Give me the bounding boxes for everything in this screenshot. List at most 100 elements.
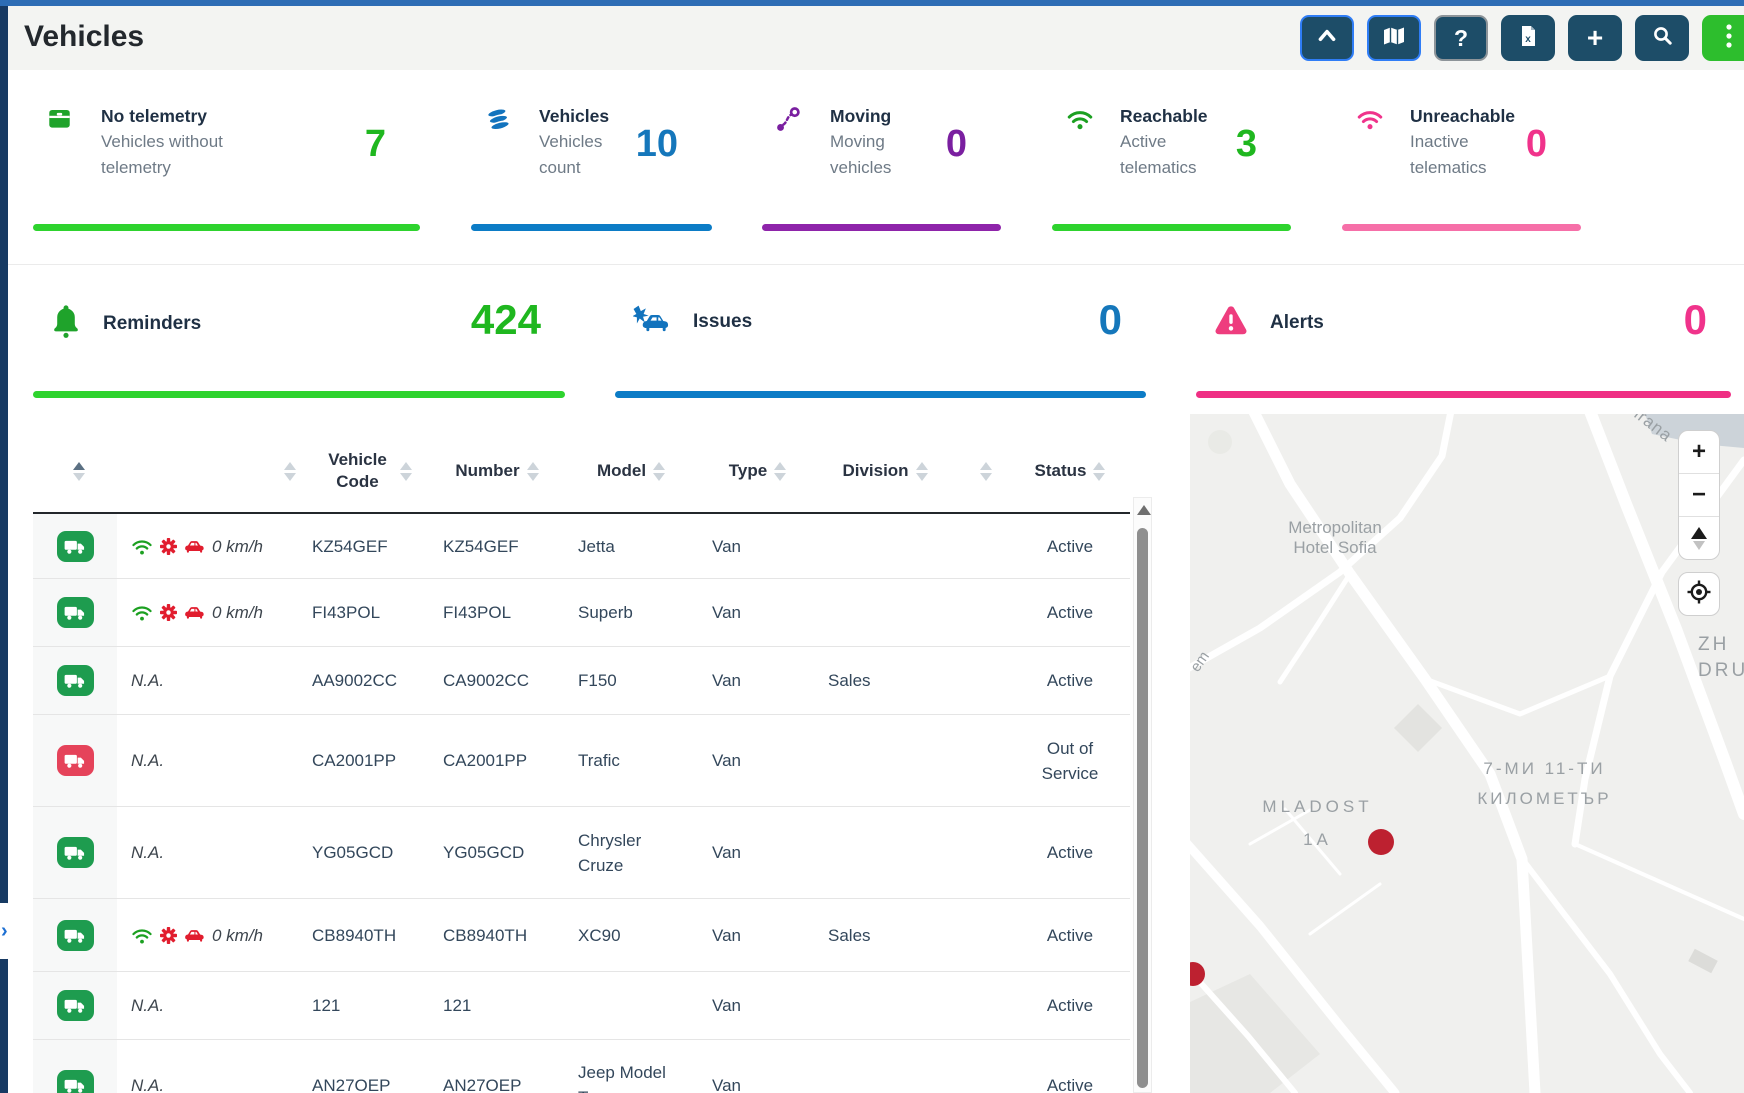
cell-division: Sales [815,647,955,714]
map-icon [1382,26,1406,51]
scrollbar-up-arrow-icon[interactable] [1137,505,1151,515]
cell-vehicle_code: CA2001PP [302,715,432,806]
cell-type: Van [700,807,815,898]
cell-status: Active [1010,647,1130,714]
table-scrollbar[interactable] [1133,497,1152,1093]
na-label: N.A. [131,748,164,773]
chevron-right-icon: › [1,921,8,941]
cell-type: Van [700,899,815,971]
help-button[interactable]: ? [1434,15,1488,61]
locate-button[interactable] [1678,572,1720,616]
cell-type: Van [700,972,815,1039]
vehicle-icon-cell [33,715,117,806]
kpi-card-vehicles[interactable]: VehiclesVehicles count 10 [471,95,712,231]
table-row[interactable]: N.A.121121VanActive [33,972,1130,1040]
gear-icon [160,604,177,621]
toolbar: ? x + [1300,15,1744,61]
column-header-vehicle-code[interactable]: Vehicle Code [302,449,432,493]
sidebar-expand-handle[interactable]: › [0,903,17,959]
column-header-extra[interactable] [955,462,1010,481]
kpi-value: 7 [365,123,386,166]
bell-icon [51,304,81,343]
cell-extra [955,647,1010,714]
summary-card-reminders[interactable]: Reminders 424 [33,270,565,398]
na-label: N.A. [131,993,164,1018]
export-excel-button[interactable]: x [1501,15,1555,61]
summary-card-issues[interactable]: Issues 0 [615,270,1146,398]
zoom-in-button[interactable]: + [1679,431,1719,474]
column-header-telemetry[interactable] [117,462,302,481]
column-header-model[interactable]: Model [562,461,700,481]
truck-badge-icon [57,597,94,628]
kpi-card-no-telemetry[interactable]: No telemetryVehicles without telemetry 7 [33,95,420,231]
column-header-type[interactable]: Type [700,461,815,481]
truck-badge-icon [57,837,94,868]
table-row[interactable]: 0 km/hKZ54GEFKZ54GEFJettaVanActive [33,514,1130,579]
kpi-card-reachable[interactable]: ReachableActive telematics 3 [1052,95,1291,231]
cell-model: Jeep Model T [562,1040,700,1093]
summary-label: Issues [693,311,752,333]
kpi-card-unreachable[interactable]: UnreachableInactive telematics 0 [1342,95,1581,231]
kpi-subtitle: Active telematics [1120,129,1220,181]
sort-icon [916,462,928,481]
kpi-title: Moving [830,103,930,129]
table-row[interactable]: N.A.YG05GCDYG05GCDChrysler CruzeVanActiv… [33,807,1130,899]
scrollbar-thumb[interactable] [1137,528,1148,1088]
table-row[interactable]: 0 km/hFI43POLFI43POLSuperbVanActive [33,579,1130,647]
telemetry-cell: N.A. [117,647,302,714]
my-location-icon [1686,579,1712,610]
compass-south-icon [1693,541,1705,550]
wifi-icon [1066,107,1094,136]
map-panel[interactable]: Tirana em Metropolitan Hotel Sofia MLADO… [1190,414,1744,1093]
cell-type: Van [700,647,815,714]
map-view-button[interactable] [1367,15,1421,61]
summary-accent-bar [615,391,1146,398]
truck-badge-icon [57,1070,94,1093]
summary-label: Reminders [103,313,201,335]
collapse-button[interactable] [1300,15,1354,61]
cell-vehicle_code: 121 [302,972,432,1039]
cell-type: Van [700,1040,815,1093]
kpi-card-moving[interactable]: MovingMoving vehicles 0 [762,95,1001,231]
search-button[interactable] [1635,15,1689,61]
route-icon [776,107,801,137]
column-header-status[interactable]: Status [1010,461,1130,481]
table-row[interactable]: N.A.AA9002CCCA9002CCF150VanSalesActive [33,647,1130,715]
plus-icon: + [1587,24,1603,52]
table-row[interactable]: 0 km/hCB8940THCB8940THXC90VanSalesActive [33,899,1130,972]
telemetry-cell: N.A. [117,807,302,898]
gear-icon [160,927,177,944]
column-header-number[interactable]: Number [432,461,562,481]
cell-status: Out of Service [1010,715,1130,806]
table-row[interactable]: N.A.AN27OEPAN27OEPJeep Model TVanActive [33,1040,1130,1093]
cell-vehicle_code: AN27OEP [302,1040,432,1093]
cell-extra [955,899,1010,971]
cell-status: Active [1010,972,1130,1039]
vehicle-icon-cell [33,807,117,898]
compass-button[interactable] [1679,517,1719,559]
vehicles-table: Vehicle Code Number Model Type Division … [33,430,1130,1093]
kpi-subtitle: Inactive telematics [1410,129,1510,181]
column-header-division[interactable]: Division [815,461,955,481]
sort-icon [653,462,665,481]
sort-icon [1093,462,1105,481]
section-divider [8,264,1744,265]
table-row[interactable]: N.A.CA2001PPCA2001PPTraficVanOut of Serv… [33,715,1130,807]
column-header-icon[interactable] [33,462,117,481]
excel-file-icon: x [1518,25,1538,52]
summary-card-alerts[interactable]: Alerts 0 [1196,270,1731,398]
sort-icon [284,462,296,481]
add-button[interactable]: + [1568,15,1622,61]
kpi-subtitle: Vehicles count [539,129,639,181]
cell-vehicle_code: YG05GCD [302,807,432,898]
more-options-button[interactable] [1702,15,1744,61]
speed-label: 0 km/h [212,534,263,559]
summary-accent-bar [33,391,565,398]
wifi-icon [1356,107,1384,136]
telemetry-cell: N.A. [117,1040,302,1093]
cell-status: Active [1010,899,1130,971]
kpi-value: 0 [1526,123,1547,166]
package-icon [47,107,72,135]
zoom-out-button[interactable]: − [1679,474,1719,517]
question-icon: ? [1454,27,1468,50]
